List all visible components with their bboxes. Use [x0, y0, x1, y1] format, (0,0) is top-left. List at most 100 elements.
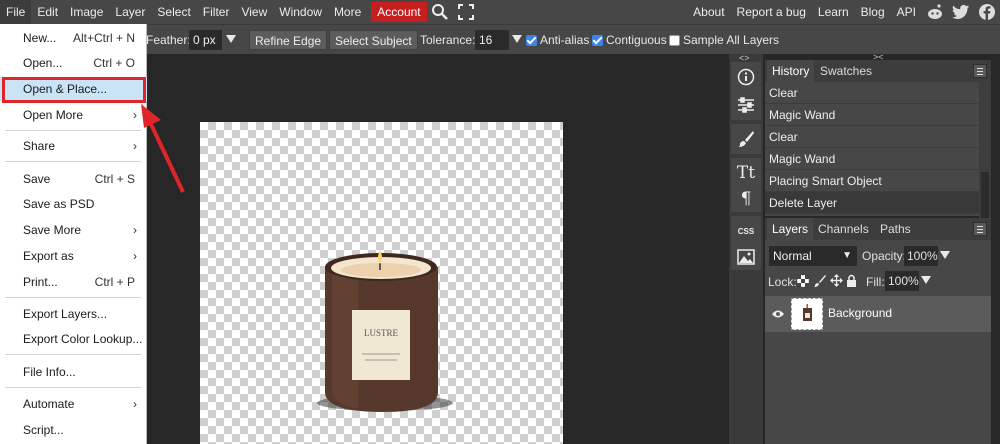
document-canvas[interactable]: LUSTRE	[200, 122, 563, 444]
image-icon[interactable]	[731, 244, 761, 270]
history-entry[interactable]: Magic Wand	[765, 148, 979, 170]
tab-swatches[interactable]: Swatches	[815, 60, 877, 82]
menu-item-share-label: Share	[23, 139, 56, 153]
blend-mode-value: Normal	[773, 249, 812, 263]
menu-image[interactable]: Image	[64, 0, 109, 24]
menubar: File Edit Image Layer Select Filter View…	[0, 0, 1000, 24]
menu-item-export-as[interactable]: Export as ›	[0, 244, 147, 268]
search-icon[interactable]	[427, 0, 453, 24]
learn-link[interactable]: Learn	[812, 0, 855, 24]
history-entry[interactable]: Magic Wand	[765, 104, 979, 126]
lock-transparency-icon[interactable]	[797, 275, 809, 290]
scrollbar-thumb[interactable]	[981, 172, 989, 220]
refine-edge-button[interactable]: Refine Edge	[249, 30, 328, 50]
menu-item-file-info[interactable]: File Info...	[0, 360, 147, 384]
reddit-icon[interactable]	[922, 0, 948, 24]
menu-view[interactable]: View	[235, 0, 273, 24]
sample-all-layers-label: Sample All Layers	[683, 33, 780, 47]
fill-dropdown-icon[interactable]	[921, 276, 931, 284]
lock-all-icon[interactable]	[846, 274, 857, 290]
menu-layer[interactable]: Layer	[109, 0, 151, 24]
menu-item-script-label: Script...	[23, 423, 64, 437]
about-link[interactable]: About	[687, 0, 730, 24]
brush-icon[interactable]	[731, 126, 761, 152]
menu-edit[interactable]: Edit	[31, 0, 64, 24]
feather-input[interactable]: 0 px	[189, 30, 222, 50]
menu-item-new[interactable]: New... Alt+Ctrl + N	[0, 26, 147, 50]
menu-item-open-more[interactable]: Open More ›	[0, 103, 147, 127]
history-scrollbar[interactable]	[979, 82, 991, 222]
history-entry[interactable]: Clear	[765, 126, 979, 148]
panel-menu-icon[interactable]	[973, 64, 987, 78]
menu-file[interactable]: File	[0, 0, 32, 24]
menu-item-open[interactable]: Open... Ctrl + O	[0, 51, 147, 75]
menu-item-script[interactable]: Script...	[0, 418, 147, 442]
layer-name: Background	[828, 306, 893, 320]
feather-dropdown-icon[interactable]	[226, 35, 236, 43]
menu-item-print-label: Print...	[23, 275, 58, 289]
chevron-right-icon: ›	[133, 249, 137, 263]
anti-alias-checkbox[interactable]	[526, 35, 537, 46]
menu-separator	[5, 130, 141, 131]
css-icon[interactable]: CSS	[731, 218, 761, 244]
menu-item-print-shortcut: Ctrl + P	[94, 275, 135, 289]
menu-item-save-more-label: Save More	[23, 223, 82, 237]
history-entry[interactable]: Placing Smart Object	[765, 170, 979, 192]
menu-separator	[5, 297, 141, 298]
toolbar-group	[731, 62, 761, 120]
opacity-dropdown-icon[interactable]	[940, 251, 950, 259]
tolerance-dropdown-icon[interactable]	[512, 35, 522, 43]
menu-item-save-psd[interactable]: Save as PSD	[0, 192, 147, 216]
panel-menu-icon[interactable]	[973, 222, 987, 236]
history-entry[interactable]: Delete Layer	[765, 192, 979, 214]
menu-item-export-layers-label: Export Layers...	[23, 307, 108, 321]
fullscreen-icon[interactable]	[453, 0, 479, 24]
tolerance-label: Tolerance:	[420, 33, 476, 47]
menu-item-save[interactable]: Save Ctrl + S	[0, 167, 147, 191]
menu-item-save-more[interactable]: Save More ›	[0, 218, 147, 242]
fill-input[interactable]: 100%	[885, 271, 919, 291]
chevron-right-icon: ›	[133, 397, 137, 411]
tolerance-input[interactable]: 16	[475, 30, 509, 50]
blend-mode-select[interactable]: Normal ▼	[769, 246, 857, 266]
sample-all-layers-checkbox[interactable]	[669, 35, 680, 46]
tab-layers[interactable]: Layers	[767, 218, 814, 240]
layer-thumbnail	[791, 298, 823, 330]
menu-item-share[interactable]: Share ›	[0, 134, 147, 158]
info-icon[interactable]	[731, 64, 761, 90]
opacity-input[interactable]: 100%	[904, 246, 938, 266]
adjustments-icon[interactable]	[731, 92, 761, 118]
menu-item-export-color-lookup[interactable]: Export Color Lookup...	[0, 327, 147, 351]
facebook-icon[interactable]	[974, 0, 1000, 24]
menu-window[interactable]: Window	[273, 0, 328, 24]
chevron-right-icon: ›	[133, 223, 137, 237]
eye-icon[interactable]	[771, 308, 785, 322]
menu-filter[interactable]: Filter	[197, 0, 236, 24]
twitter-icon[interactable]	[948, 0, 974, 24]
contiguous-checkbox[interactable]	[592, 35, 603, 46]
select-subject-button[interactable]: Select Subject	[329, 30, 418, 50]
menu-item-automate[interactable]: Automate ›	[0, 392, 147, 416]
blog-link[interactable]: Blog	[855, 0, 891, 24]
menu-select[interactable]: Select	[151, 0, 196, 24]
tab-history[interactable]: History	[767, 60, 815, 82]
tab-paths[interactable]: Paths	[875, 218, 916, 240]
tab-channels[interactable]: Channels	[813, 218, 874, 240]
menu-item-save-label: Save	[23, 172, 51, 186]
menu-more[interactable]: More	[328, 0, 367, 24]
report-bug-link[interactable]: Report a bug	[731, 0, 812, 24]
lock-move-icon[interactable]	[830, 274, 843, 290]
paragraph-icon[interactable]: ¶	[731, 186, 761, 212]
contiguous-label: Contiguous	[606, 33, 667, 47]
api-link[interactable]: API	[891, 0, 922, 24]
menu-item-open-label: Open...	[23, 56, 63, 70]
account-button[interactable]: Account	[371, 2, 427, 22]
menu-item-open-more-label: Open More	[23, 108, 84, 122]
character-icon[interactable]: Tt	[731, 160, 761, 186]
layer-row[interactable]: Background	[765, 296, 991, 332]
menu-item-export-layers[interactable]: Export Layers...	[0, 302, 147, 326]
lock-brush-icon[interactable]	[814, 274, 826, 291]
history-entry[interactable]: Clear	[765, 82, 979, 104]
menu-item-print[interactable]: Print... Ctrl + P	[0, 270, 147, 294]
menu-separator	[5, 354, 141, 355]
